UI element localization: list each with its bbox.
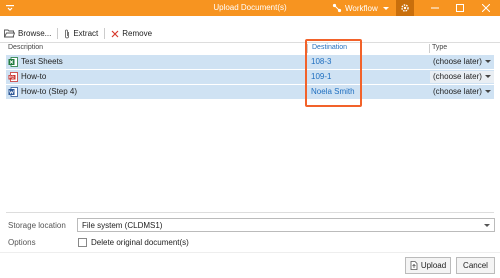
type-value: (choose later): [433, 87, 482, 96]
options-label: Options: [8, 238, 36, 247]
folder-open-icon: [4, 29, 15, 38]
column-type[interactable]: Type: [432, 44, 447, 51]
form-separator: [6, 212, 494, 213]
row-name: How-to (Step 4): [21, 87, 78, 96]
close-button[interactable]: [474, 0, 498, 16]
remove-icon: [111, 30, 119, 37]
storage-location-select[interactable]: File system (CLDMS1): [77, 218, 495, 232]
table-row[interactable]: Test Sheets 108-3 (choose later): [6, 55, 494, 69]
upload-button[interactable]: Upload: [405, 257, 451, 274]
type-select[interactable]: (choose later): [430, 71, 494, 83]
pdf-icon: [8, 72, 18, 82]
remove-label: Remove: [122, 29, 153, 38]
close-icon: [482, 4, 490, 12]
remove-button[interactable]: Remove: [107, 26, 156, 41]
chevron-down-icon: [485, 60, 491, 63]
storage-location-label: Storage location: [8, 221, 66, 230]
browse-button[interactable]: Browse...: [0, 26, 55, 41]
cancel-button[interactable]: Cancel: [456, 257, 495, 274]
type-value: (choose later): [433, 57, 482, 66]
extract-label: Extract: [73, 29, 99, 38]
footer-separator: [0, 252, 500, 253]
delete-original-checkbox[interactable]: [78, 238, 87, 247]
chevron-down-icon: [485, 90, 491, 93]
upload-label: Upload: [420, 261, 447, 270]
maximize-icon: [456, 4, 464, 12]
chevron-down-icon: [485, 75, 491, 78]
maximize-button[interactable]: [448, 0, 472, 16]
title-bar: Upload Document(s) Workflow: [0, 0, 500, 16]
paperclip-icon: [65, 29, 70, 38]
settings-button[interactable]: [396, 0, 414, 16]
workflow-label: Workflow: [345, 3, 378, 13]
extract-button[interactable]: Extract: [60, 26, 102, 41]
delete-original-label[interactable]: Delete original document(s): [91, 238, 189, 247]
table-row[interactable]: How-to (Step 4) Noela Smith (choose late…: [6, 85, 494, 99]
excel-icon: [8, 57, 18, 67]
gear-icon: [401, 4, 409, 12]
table-row[interactable]: How-to 109-1 (choose later): [6, 70, 494, 84]
workflow-icon: [332, 3, 342, 13]
workflow-menu[interactable]: Workflow: [332, 0, 394, 16]
destination-highlight-box: [305, 39, 362, 107]
minimize-button[interactable]: [423, 0, 447, 16]
storage-location-value: File system (CLDMS1): [82, 221, 163, 230]
type-value: (choose later): [433, 72, 482, 81]
column-description[interactable]: Description: [8, 44, 43, 51]
toolbar-divider: [104, 28, 106, 39]
toolbar-divider: [57, 28, 59, 39]
upload-icon: [410, 261, 418, 270]
type-select[interactable]: (choose later): [430, 56, 494, 68]
toolbar: Browse... Extract Remove: [0, 26, 500, 41]
grid-header: Description Destination Type: [6, 43, 494, 54]
chevron-down-icon: [484, 224, 490, 227]
row-name: Test Sheets: [21, 57, 63, 66]
column-divider[interactable]: [429, 44, 430, 53]
minimize-icon: [431, 7, 439, 9]
cancel-label: Cancel: [463, 261, 488, 270]
chevron-down-icon: [382, 6, 389, 10]
browse-label: Browse...: [18, 29, 52, 38]
row-name: How-to: [21, 72, 47, 81]
word-icon: [8, 87, 18, 97]
type-select[interactable]: (choose later): [430, 86, 494, 98]
